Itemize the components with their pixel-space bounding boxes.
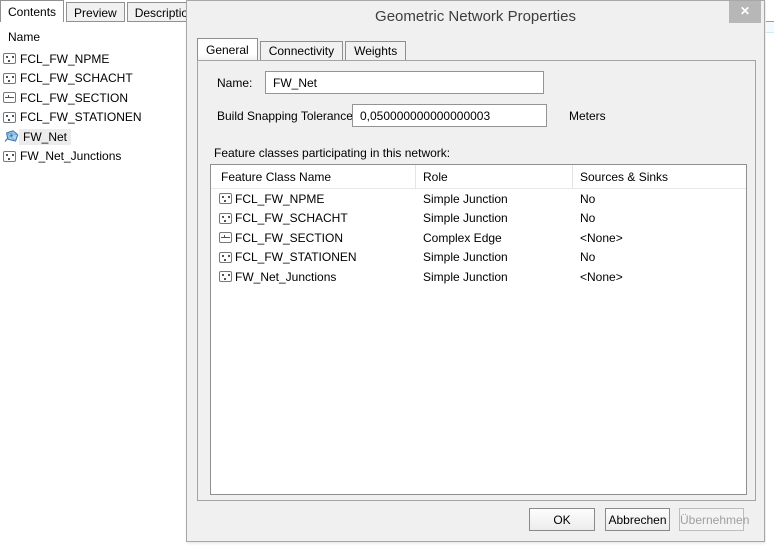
point-feature-class-icon [3, 112, 16, 123]
name-field-label: Name: [217, 76, 252, 90]
point-feature-class-icon [3, 151, 16, 162]
catalog-list-item[interactable]: FW_Net_Junctions [0, 147, 186, 167]
geometric-network-properties-dialog: Geometric Network Properties ✕ General C… [186, 0, 765, 542]
tab-preview[interactable]: Preview [66, 2, 125, 22]
role-cell: Simple Junction [416, 270, 573, 284]
edge-feature-class-icon [3, 92, 16, 103]
dialog-title: Geometric Network Properties [187, 8, 764, 25]
ok-button[interactable]: OK [529, 508, 595, 531]
edge-feature-class-icon [219, 232, 232, 243]
table-row[interactable]: FCL_FW_STATIONEN Simple Junction No [211, 248, 746, 268]
catalog-list-item[interactable]: FCL_FW_SCHACHT [0, 69, 186, 89]
sources-sinks-cell: No [573, 211, 746, 225]
name-column-header[interactable]: Name [8, 30, 40, 44]
table-header: Feature Class Name Role Sources & Sinks [211, 165, 746, 189]
close-icon: ✕ [740, 4, 750, 18]
table-row[interactable]: FCL_FW_SECTION Complex Edge <None> [211, 228, 746, 248]
snapping-tolerance-input[interactable] [352, 104, 547, 127]
role-cell: Simple Junction [416, 211, 573, 225]
catalog-list-item[interactable]: FCL_FW_SECTION [0, 88, 186, 108]
point-feature-class-icon [219, 252, 232, 263]
catalog-list: FCL_FW_NPME FCL_FW_SCHACHT FCL_FW_SECTIO… [0, 49, 186, 166]
catalog-list-item[interactable]: FCL_FW_STATIONEN [0, 108, 186, 128]
screen: Contents Preview Description Name FCL_FW… [0, 0, 774, 551]
cancel-button[interactable]: Abbrechen [605, 508, 670, 531]
sources-sinks-cell: <None> [573, 270, 746, 284]
sources-sinks-cell: No [573, 250, 746, 264]
point-feature-class-icon [219, 213, 232, 224]
role-cell: Complex Edge [416, 231, 573, 245]
point-feature-class-icon [3, 73, 16, 84]
catalog-list-item[interactable]: FW_Net [0, 127, 186, 147]
role-cell: Simple Junction [416, 250, 573, 264]
background-highlight [766, 22, 774, 33]
catalog-item-label: FW_Net_Junctions [16, 148, 125, 164]
tab-contents[interactable]: Contents [0, 0, 64, 22]
dialog-tabs: General Connectivity Weights [197, 38, 408, 60]
tolerance-field-label: Build Snapping Tolerance: [217, 109, 356, 123]
sources-sinks-cell: No [573, 192, 746, 206]
feature-class-name-cell: FW_Net_Junctions [211, 270, 416, 284]
role-cell: Simple Junction [416, 192, 573, 206]
background-window-strip [766, 0, 774, 551]
table-row[interactable]: FW_Net_Junctions Simple Junction <None> [211, 267, 746, 287]
catalog-list-item[interactable]: FCL_FW_NPME [0, 49, 186, 69]
tab-general[interactable]: General [197, 38, 258, 60]
catalog-tree-panel: Contents Preview Description Name FCL_FW… [0, 0, 186, 551]
point-feature-class-icon [3, 53, 16, 64]
sources-sinks-cell: <None> [573, 231, 746, 245]
column-header-sources-sinks[interactable]: Sources & Sinks [573, 165, 746, 188]
general-tab-page: Name: Build Snapping Tolerance: Meters F… [197, 60, 756, 501]
catalog-item-label: FCL_FW_STATIONEN [16, 109, 146, 125]
apply-button[interactable]: Übernehmen [679, 508, 744, 531]
column-header-feature-class-name[interactable]: Feature Class Name [211, 165, 416, 188]
feature-class-name-cell: FCL_FW_SCHACHT [211, 211, 416, 225]
point-feature-class-icon [219, 193, 232, 204]
point-feature-class-icon [219, 271, 232, 282]
geometric-network-icon [3, 130, 19, 143]
catalog-item-label: FCL_FW_SECTION [16, 90, 132, 106]
close-button[interactable]: ✕ [729, 1, 761, 23]
catalog-item-label: FW_Net [19, 129, 71, 145]
tab-weights[interactable]: Weights [345, 41, 406, 60]
column-header-role[interactable]: Role [416, 165, 573, 188]
catalog-item-label: FCL_FW_SCHACHT [16, 70, 137, 86]
table-row[interactable]: FCL_FW_NPME Simple Junction No [211, 189, 746, 209]
participating-classes-caption: Feature classes participating in this ne… [214, 146, 450, 160]
feature-class-name-cell: FCL_FW_STATIONEN [211, 250, 416, 264]
tolerance-units-label: Meters [569, 109, 606, 123]
table-row[interactable]: FCL_FW_SCHACHT Simple Junction No [211, 209, 746, 229]
feature-class-name-cell: FCL_FW_NPME [211, 192, 416, 206]
catalog-view-tabs: Contents Preview Description [0, 0, 205, 22]
catalog-item-label: FCL_FW_NPME [16, 51, 113, 67]
tab-connectivity[interactable]: Connectivity [260, 41, 343, 60]
feature-class-name-cell: FCL_FW_SECTION [211, 231, 416, 245]
table-body: FCL_FW_NPME Simple Junction No FCL_FW_SC… [211, 189, 746, 287]
network-name-input[interactable] [265, 71, 544, 94]
feature-class-table: Feature Class Name Role Sources & Sinks … [210, 164, 747, 495]
